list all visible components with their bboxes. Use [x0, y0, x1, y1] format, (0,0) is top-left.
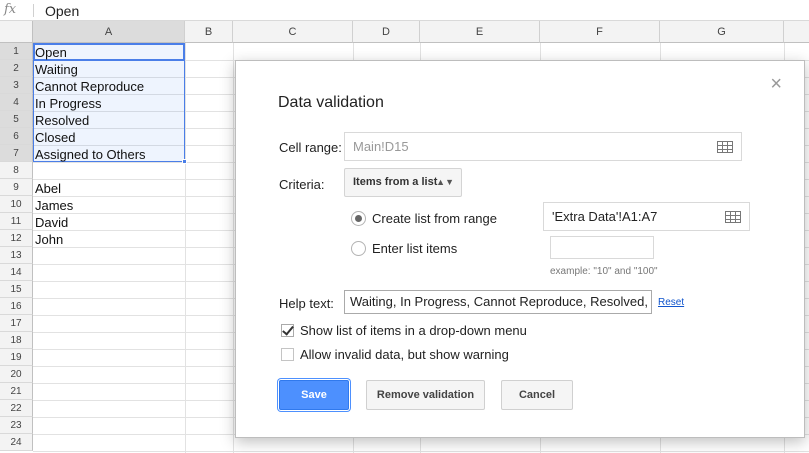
cell-a5[interactable]: Resolved	[35, 112, 89, 129]
row-header[interactable]: 19	[0, 349, 33, 366]
close-icon[interactable]: ×	[770, 73, 782, 96]
cell-a11[interactable]: David	[35, 214, 68, 231]
gridline	[233, 43, 234, 453]
criteria-dropdown[interactable]: Items from a list ▲▼	[344, 168, 462, 197]
gridline	[185, 43, 186, 453]
row-header[interactable]: 9	[0, 179, 33, 196]
data-validation-dialog: × Data validation Cell range: Main!D15 C…	[235, 60, 805, 438]
formula-bar: fx Open	[0, 0, 809, 21]
column-header-f[interactable]: F	[540, 21, 660, 43]
formula-input[interactable]: Open	[45, 3, 79, 19]
fx-icon: fx	[4, 2, 17, 17]
show-dropdown-checkbox[interactable]	[281, 324, 294, 337]
row-header[interactable]: 18	[0, 332, 33, 349]
allow-invalid-checkbox[interactable]	[281, 348, 294, 361]
row-header[interactable]: 10	[0, 196, 33, 213]
cell-range-value: Main!D15	[353, 139, 409, 154]
cell-a4[interactable]: In Progress	[35, 95, 101, 112]
criteria-label: Criteria:	[279, 177, 325, 192]
column-header-e[interactable]: E	[420, 21, 540, 43]
column-header-g[interactable]: G	[660, 21, 784, 43]
row-header[interactable]: 22	[0, 400, 33, 417]
enter-list-items-label[interactable]: Enter list items	[372, 241, 457, 256]
show-dropdown-label[interactable]: Show list of items in a drop-down menu	[300, 323, 527, 338]
cell-range-label: Cell range:	[279, 140, 342, 155]
cell-a9[interactable]: Abel	[35, 180, 61, 197]
row-header[interactable]: 23	[0, 417, 33, 434]
row-header[interactable]: 17	[0, 315, 33, 332]
gridline	[33, 451, 809, 452]
radio-create-list-from-range[interactable]	[351, 211, 366, 226]
cell-a10[interactable]: James	[35, 197, 73, 214]
row-header[interactable]: 12	[0, 230, 33, 247]
row-header[interactable]: 21	[0, 383, 33, 400]
row-header[interactable]: 3	[0, 77, 33, 94]
row-header[interactable]: 6	[0, 128, 33, 145]
row-header[interactable]: 16	[0, 298, 33, 315]
column-header-c[interactable]: C	[233, 21, 353, 43]
updown-arrow-icon: ▲▼	[436, 177, 454, 187]
remove-validation-button[interactable]: Remove validation	[366, 380, 485, 410]
row-header[interactable]: 20	[0, 366, 33, 383]
row-header[interactable]: 15	[0, 281, 33, 298]
select-all-corner[interactable]	[0, 21, 33, 43]
reset-link[interactable]: Reset	[658, 297, 684, 308]
dialog-title: Data validation	[278, 94, 384, 111]
fill-handle[interactable]	[182, 159, 187, 164]
example-hint: example: "10" and "100"	[550, 266, 658, 277]
radio-enter-list-items[interactable]	[351, 241, 366, 256]
allow-invalid-label[interactable]: Allow invalid data, but show warning	[300, 347, 509, 362]
cell-a1[interactable]: Open	[35, 44, 67, 61]
row-header[interactable]: 8	[0, 162, 33, 179]
help-text-label: Help text:	[279, 296, 334, 311]
row-header[interactable]: 7	[0, 145, 33, 162]
select-range-icon[interactable]	[725, 211, 741, 223]
cell-a6[interactable]: Closed	[35, 129, 75, 146]
save-button[interactable]: Save	[279, 380, 349, 410]
cell-range-input[interactable]: Main!D15	[344, 132, 742, 161]
criteria-value: Items from a list	[353, 176, 438, 188]
row-header[interactable]: 11	[0, 213, 33, 230]
column-header-b[interactable]: B	[185, 21, 233, 43]
row-header[interactable]: 2	[0, 60, 33, 77]
list-range-value: 'Extra Data'!A1:A7	[552, 209, 658, 224]
list-range-input[interactable]: 'Extra Data'!A1:A7	[543, 202, 750, 231]
row-header[interactable]: 5	[0, 111, 33, 128]
help-text-input[interactable]: Waiting, In Progress, Cannot Reproduce, …	[344, 290, 652, 314]
row-header[interactable]: 14	[0, 264, 33, 281]
cell-a3[interactable]: Cannot Reproduce	[35, 78, 144, 95]
row-header[interactable]: 24	[0, 434, 33, 451]
select-range-icon[interactable]	[717, 141, 733, 153]
cell-a12[interactable]: John	[35, 231, 63, 248]
column-header-d[interactable]: D	[353, 21, 420, 43]
row-header[interactable]: 1	[0, 43, 33, 60]
row-header[interactable]: 4	[0, 94, 33, 111]
row-header[interactable]: 13	[0, 247, 33, 264]
cancel-button[interactable]: Cancel	[501, 380, 573, 410]
cell-a7[interactable]: Assigned to Others	[35, 146, 146, 163]
cell-a2[interactable]: Waiting	[35, 61, 78, 78]
column-header-h[interactable]	[784, 21, 809, 43]
list-items-input[interactable]	[550, 236, 654, 259]
formula-separator	[33, 4, 34, 17]
create-list-label[interactable]: Create list from range	[372, 211, 497, 226]
column-header-a[interactable]: A	[33, 21, 185, 43]
